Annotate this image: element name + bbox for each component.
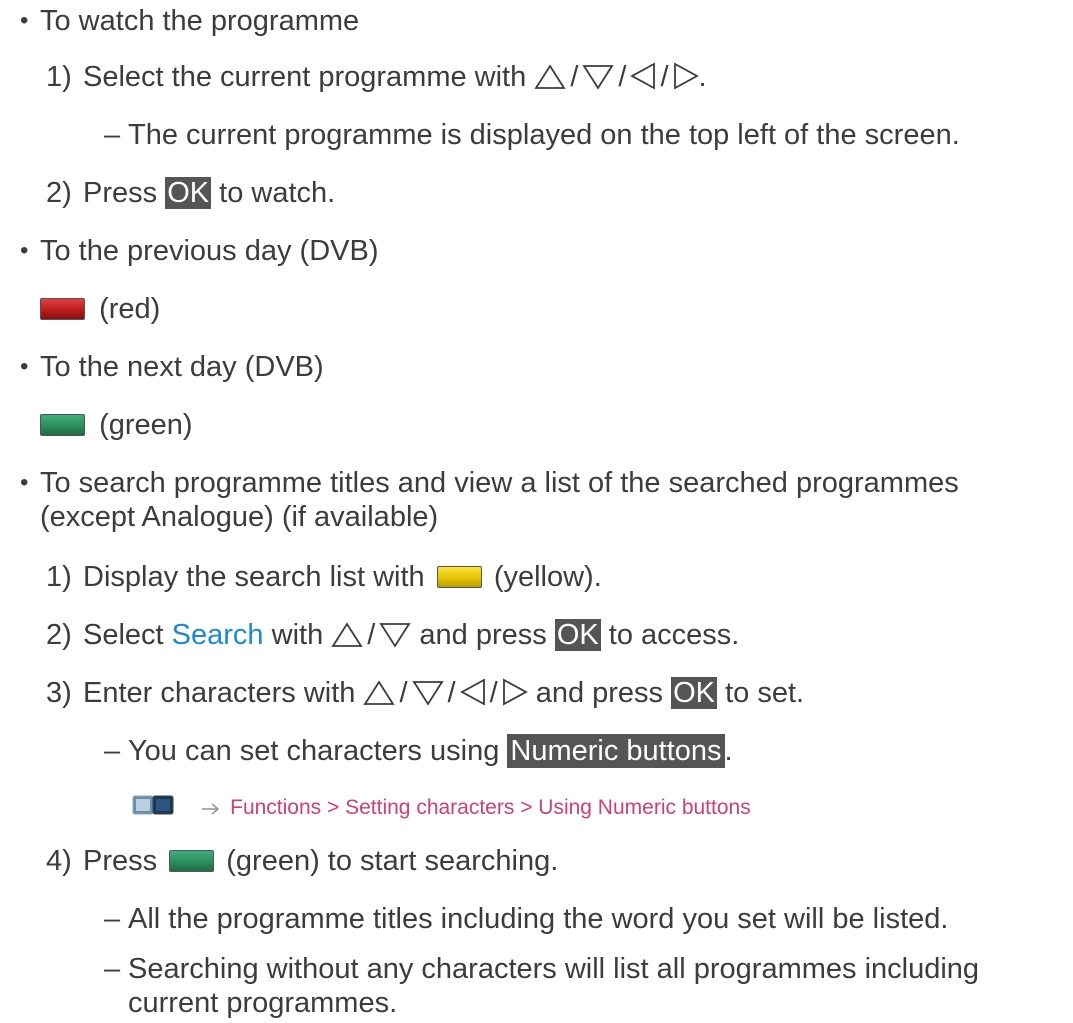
separator: / — [367, 619, 376, 651]
next-day-key-row: (green) — [40, 408, 193, 442]
separator: / — [489, 677, 498, 709]
triangle-up-icon — [534, 64, 566, 90]
separator: / — [660, 61, 669, 93]
dash: – — [104, 953, 121, 985]
step-text: Select the current programme with — [83, 61, 527, 93]
green-key-icon — [169, 850, 215, 872]
note-search-step4-1: – All the programme titles including the… — [104, 902, 948, 936]
step-text: (yellow). — [493, 561, 602, 593]
step-text: Press — [83, 177, 158, 209]
numeric-buttons-label: Numeric buttons — [507, 734, 725, 768]
bullet: • — [20, 353, 29, 380]
step-number: 1) — [46, 61, 72, 93]
bullet: • — [20, 469, 29, 496]
step-text: to set. — [725, 677, 805, 709]
step-text: and press — [419, 619, 547, 651]
item-title: To the previous day (DVB) — [40, 235, 379, 267]
step-2-watch: 2) Press OK to watch. — [46, 176, 335, 210]
step-text: Select — [83, 619, 164, 651]
step-4-search: 4) Press (green) to start searching. — [46, 844, 558, 878]
bullet-item-watch: • To watch the programme — [20, 4, 359, 38]
triangle-down-icon — [379, 622, 411, 648]
note-text: The current programme is displayed on th… — [128, 119, 960, 151]
red-key-icon — [40, 298, 85, 320]
step-number: 1) — [46, 561, 72, 593]
reference-link-text[interactable]: Functions > Setting characters > Using N… — [230, 796, 751, 819]
triangle-left-icon — [630, 62, 656, 90]
note-search-step3: – You can set characters using Numeric b… — [104, 734, 733, 768]
step-end: . — [698, 61, 707, 93]
yellow-key-icon — [436, 566, 482, 588]
step-text: to access. — [608, 619, 740, 651]
separator: / — [618, 61, 627, 93]
triangle-right-icon — [502, 678, 528, 706]
key-label: (green) — [99, 409, 193, 441]
key-label: (red) — [99, 293, 161, 325]
step-1-watch: 1) Select the current programme with / / /… — [46, 60, 707, 94]
ok-button-label: OK — [671, 677, 718, 709]
bullet-item-search: • To search programme titles and view a … — [20, 466, 1060, 536]
item-title: To the next day (DVB) — [40, 351, 324, 383]
step-text: to watch. — [219, 177, 336, 209]
triangle-down-icon — [582, 64, 615, 90]
step-text: Display the search list with — [83, 561, 425, 593]
note-text: You can set characters using — [128, 735, 500, 767]
note-text: Searching without any characters will li… — [128, 953, 980, 1019]
step-number: 2) — [46, 619, 72, 651]
ok-button-label: OK — [165, 177, 212, 209]
step-number: 3) — [46, 677, 72, 709]
note-search-step4-2: – Searching without any characters will … — [104, 952, 1054, 1022]
search-menu-link[interactable]: Search — [172, 619, 264, 651]
note-end: . — [724, 735, 733, 767]
step-text: Press — [83, 845, 158, 877]
bullet-item-next-day: • To the next day (DVB) — [20, 350, 324, 384]
item-title: To watch the programme — [40, 5, 360, 37]
step-2-search: 2) Select Search with / and press OK to … — [46, 618, 739, 652]
triangle-up-icon — [363, 680, 396, 706]
triangle-up-icon — [331, 622, 363, 648]
green-key-icon — [40, 414, 85, 436]
step-text: with — [271, 619, 324, 651]
triangle-right-icon — [673, 62, 699, 90]
triangle-left-icon — [459, 678, 486, 706]
note-watch-step1: – The current programme is displayed on … — [104, 118, 960, 152]
step-number: 4) — [46, 845, 72, 877]
separator: / — [570, 61, 579, 93]
note-text: All the programme titles including the w… — [128, 903, 949, 935]
triangle-down-icon — [411, 680, 444, 706]
step-3-search: 3) Enter characters with / / / and press O… — [46, 676, 804, 710]
bullet-item-prev-day: • To the previous day (DVB) — [20, 234, 378, 268]
step-text: and press — [535, 677, 664, 709]
ebook-reference-icon — [132, 790, 184, 824]
step-1-search: 1) Display the search list with (yellow)… — [46, 560, 602, 594]
separator: / — [399, 677, 408, 709]
arrow-right-icon — [200, 800, 222, 818]
bullet: • — [20, 7, 29, 34]
reference-link-row[interactable]: Functions > Setting characters > Using N… — [132, 788, 751, 822]
bullet: • — [20, 237, 29, 264]
separator: / — [447, 677, 456, 709]
step-text: (green) to start searching. — [226, 845, 559, 877]
item-title: To search programme titles and view a li… — [40, 467, 959, 533]
step-number: 2) — [46, 177, 72, 209]
dash: – — [104, 119, 121, 151]
step-text: Enter characters with — [83, 677, 356, 709]
prev-day-key-row: (red) — [40, 292, 160, 326]
ok-button-label: OK — [554, 619, 601, 651]
dash: – — [104, 735, 121, 767]
dash: – — [104, 903, 121, 935]
